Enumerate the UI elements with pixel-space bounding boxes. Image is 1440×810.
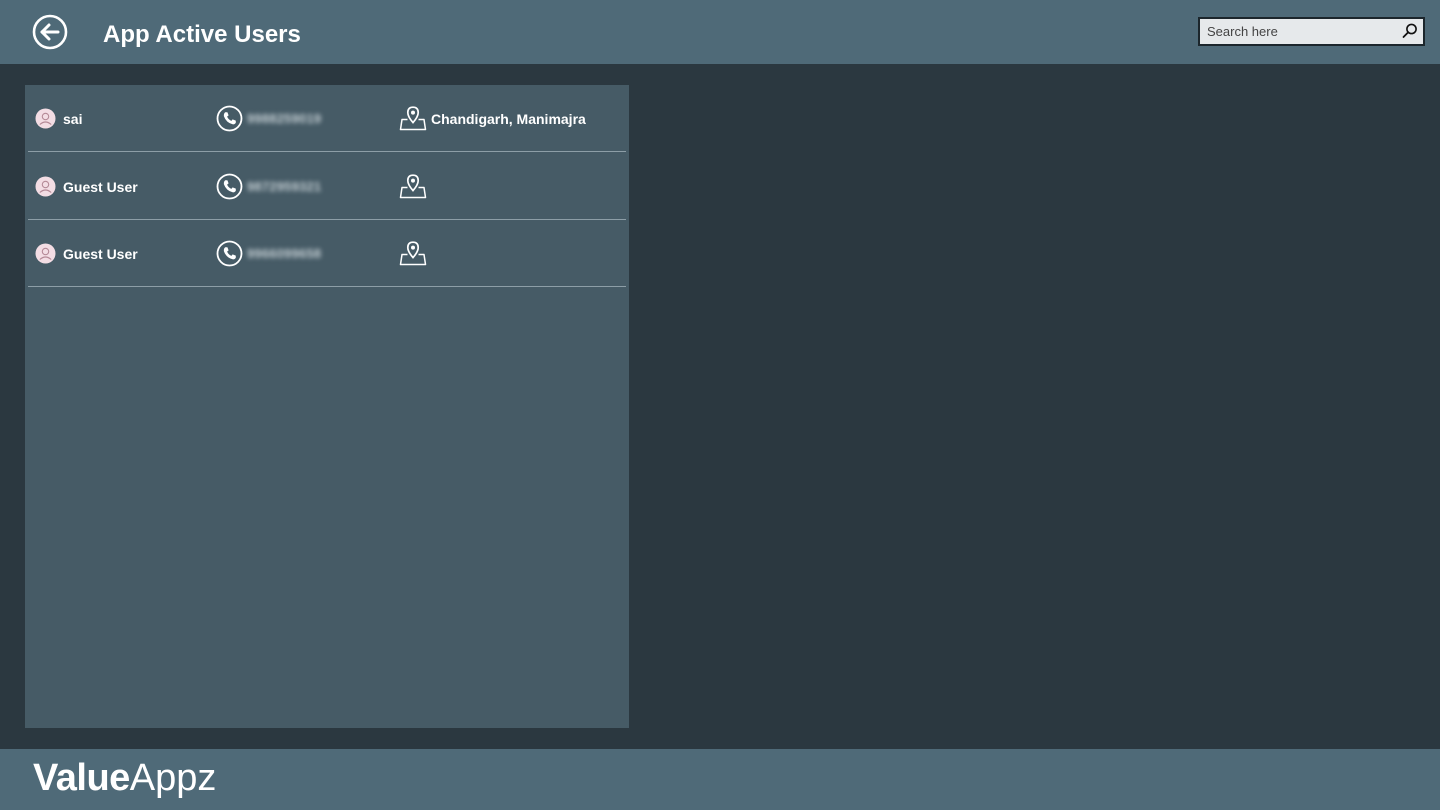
location-pin-icon bbox=[399, 106, 427, 131]
user-name: sai bbox=[63, 111, 83, 127]
brand-logo: ValueAppz bbox=[33, 755, 216, 801]
location-pin-icon bbox=[399, 241, 427, 266]
user-row[interactable]: Guest User 9966099658 bbox=[28, 220, 626, 287]
page-title: App Active Users bbox=[103, 21, 301, 48]
brand-logo-bold: Value bbox=[33, 757, 130, 799]
user-phone: 9966099658 bbox=[247, 246, 322, 261]
user-location: Chandigarh, Manimajra bbox=[431, 111, 586, 127]
search-button[interactable] bbox=[1401, 22, 1419, 40]
brand-logo-light: Appz bbox=[129, 757, 217, 799]
active-users-list: sai 9988259019 Chandigarh, Manimajra Gue… bbox=[25, 85, 629, 728]
user-avatar-icon bbox=[35, 243, 56, 264]
user-phone: 9988259019 bbox=[247, 111, 322, 126]
user-name: Guest User bbox=[63, 246, 138, 262]
phone-icon bbox=[216, 173, 243, 199]
back-button[interactable] bbox=[32, 14, 68, 50]
user-phone: 9872959321 bbox=[247, 178, 322, 194]
user-row[interactable]: sai 9988259019 Chandigarh, Manimajra bbox=[28, 85, 626, 152]
back-arrow-circle-icon bbox=[32, 14, 68, 50]
user-avatar-icon bbox=[35, 108, 56, 129]
app-header: App Active Users bbox=[0, 0, 1440, 64]
phone-icon bbox=[216, 240, 243, 267]
user-row[interactable]: Guest User 9872959321 bbox=[28, 153, 626, 220]
location-pin-icon bbox=[399, 173, 427, 198]
search-icon bbox=[1402, 23, 1417, 38]
search-box[interactable] bbox=[1198, 17, 1425, 46]
search-input[interactable] bbox=[1200, 19, 1394, 44]
user-avatar-icon bbox=[35, 176, 56, 196]
phone-icon bbox=[216, 105, 243, 132]
user-name: Guest User bbox=[63, 178, 138, 195]
